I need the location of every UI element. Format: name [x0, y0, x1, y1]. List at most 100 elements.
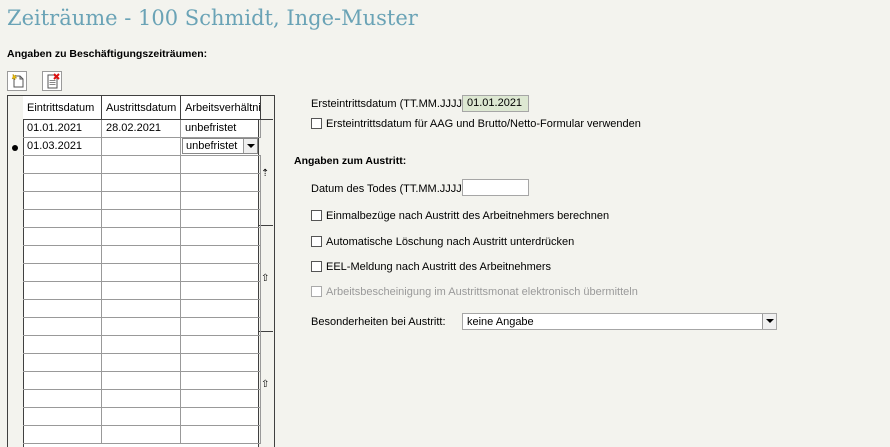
chevron-down-icon[interactable] — [243, 139, 257, 153]
arbeitsbescheinigung-checkbox — [311, 286, 322, 297]
cell-eintrittsdatum[interactable] — [23, 372, 102, 389]
table-row[interactable] — [23, 156, 261, 174]
column-header-austrittsdatum[interactable]: Austrittsdatum — [102, 96, 181, 120]
cell-arbeitsverhaeltnis[interactable] — [181, 174, 261, 191]
besonderheiten-label: Besonderheiten bei Austritt: — [311, 316, 446, 328]
cell-arbeitsverhaeltnis[interactable] — [181, 192, 261, 209]
cell-eintrittsdatum[interactable] — [23, 390, 102, 407]
table-row[interactable] — [23, 426, 261, 444]
cell-arbeitsverhaeltnis[interactable] — [181, 390, 261, 407]
table-row[interactable] — [23, 408, 261, 426]
cell-austrittsdatum[interactable] — [102, 318, 181, 335]
scroll-up-button-lower[interactable]: ⇧ — [259, 332, 273, 447]
table-row[interactable] — [23, 264, 261, 282]
eel-meldung-label: EEL-Meldung nach Austritt des Arbeitnehm… — [326, 261, 552, 273]
cell-arbeitsverhaeltnis[interactable] — [181, 300, 261, 317]
cell-austrittsdatum[interactable] — [102, 210, 181, 227]
cell-eintrittsdatum[interactable] — [23, 318, 102, 335]
column-header-arbeitsverhaeltnis[interactable]: Arbeitsverhältnis — [181, 96, 261, 120]
cell-austrittsdatum[interactable] — [102, 282, 181, 299]
cell-eintrittsdatum[interactable] — [23, 336, 102, 353]
cell-arbeitsverhaeltnis[interactable] — [181, 228, 261, 245]
automatische-loeschung-label: Automatische Löschung nach Austritt unte… — [326, 236, 575, 248]
cell-arbeitsverhaeltnis[interactable] — [181, 354, 261, 371]
table-row[interactable] — [23, 174, 261, 192]
table-row[interactable] — [23, 192, 261, 210]
column-header-eintrittsdatum[interactable]: Eintrittsdatum — [23, 96, 102, 120]
table-row[interactable] — [23, 246, 261, 264]
table-row[interactable] — [23, 390, 261, 408]
cell-austrittsdatum[interactable] — [102, 336, 181, 353]
einmalbezuege-checkbox[interactable] — [311, 210, 322, 221]
besonderheiten-select[interactable]: keine Angabe — [462, 313, 777, 330]
ersteintrittsdatum-field[interactable]: 01.01.2021 — [462, 95, 529, 112]
death-date-field[interactable] — [462, 179, 529, 196]
chevron-down-icon[interactable] — [762, 314, 776, 329]
cell-eintrittsdatum[interactable] — [23, 264, 102, 281]
table-row[interactable] — [23, 300, 261, 318]
table-row[interactable] — [23, 354, 261, 372]
cell-eintrittsdatum[interactable] — [23, 210, 102, 227]
cell-eintrittsdatum[interactable] — [23, 246, 102, 263]
cell-austrittsdatum[interactable] — [102, 300, 181, 317]
cell-eintrittsdatum[interactable] — [23, 408, 102, 425]
scroll-up-page-button[interactable]: ⇧ — [259, 226, 273, 332]
table-row[interactable] — [23, 282, 261, 300]
cell-austrittsdatum[interactable] — [102, 156, 181, 173]
cell-eintrittsdatum[interactable] — [23, 156, 102, 173]
cell-arbeitsverhaeltnis[interactable] — [181, 426, 261, 443]
cell-austrittsdatum[interactable] — [102, 264, 181, 281]
ersteintritt-aag-checkbox[interactable] — [311, 118, 322, 129]
ersteintritt-aag-label: Ersteintrittsdatum für AAG und Brutto/Ne… — [326, 118, 641, 130]
cell-eintrittsdatum[interactable] — [23, 426, 102, 443]
arrow-up-icon: ⇧ — [261, 273, 270, 284]
cell-eintrittsdatum[interactable] — [23, 174, 102, 191]
table-row[interactable] — [23, 210, 261, 228]
cell-arbeitsverhaeltnis[interactable] — [181, 318, 261, 335]
scrollbar-top — [259, 96, 273, 120]
cell-austrittsdatum[interactable]: 28.02.2021 — [102, 120, 181, 137]
cell-austrittsdatum[interactable] — [102, 228, 181, 245]
cell-arbeitsverhaeltnis[interactable]: unbefristet — [181, 120, 261, 137]
window-title: Zeiträume - 100 Schmidt, Inge-Muster — [7, 6, 418, 30]
cell-eintrittsdatum[interactable] — [23, 228, 102, 245]
cell-austrittsdatum[interactable] — [102, 354, 181, 371]
cell-austrittsdatum[interactable] — [102, 372, 181, 389]
cell-eintrittsdatum[interactable] — [23, 300, 102, 317]
cell-arbeitsverhaeltnis[interactable] — [181, 156, 261, 173]
cell-arbeitsverhaeltnis[interactable] — [181, 246, 261, 263]
cell-arbeitsverhaeltnis[interactable] — [181, 210, 261, 227]
cell-arbeitsverhaeltnis[interactable] — [181, 336, 261, 353]
cell-austrittsdatum[interactable] — [102, 390, 181, 407]
cell-austrittsdatum[interactable] — [102, 174, 181, 191]
new-record-button[interactable] — [7, 71, 27, 91]
cell-eintrittsdatum[interactable]: 01.03.2021 — [23, 138, 102, 155]
employment-periods-grid[interactable]: ⇡ ⇧ ⇧ Eintrittsdatum Austrittsdatum Arbe… — [7, 95, 275, 447]
cell-austrittsdatum[interactable] — [102, 138, 181, 155]
cell-arbeitsverhaeltnis[interactable] — [181, 372, 261, 389]
scroll-up-button[interactable]: ⇡ — [259, 120, 273, 226]
cell-arbeitsverhaeltnis[interactable] — [181, 264, 261, 281]
table-row[interactable] — [23, 318, 261, 336]
cell-austrittsdatum[interactable] — [102, 246, 181, 263]
cell-arbeitsverhaeltnis[interactable] — [181, 282, 261, 299]
cell-eintrittsdatum[interactable]: 01.01.2021 — [23, 120, 102, 137]
cell-austrittsdatum[interactable] — [102, 408, 181, 425]
arrow-up-small-icon: ⇧ — [261, 379, 270, 390]
table-row[interactable] — [23, 228, 261, 246]
table-row[interactable]: 01.01.2021 28.02.2021 unbefristet — [23, 120, 261, 138]
cell-austrittsdatum[interactable] — [102, 192, 181, 209]
cell-eintrittsdatum[interactable] — [23, 282, 102, 299]
arbeitsverhaeltnis-select[interactable]: unbefristet — [182, 138, 258, 154]
cell-austrittsdatum[interactable] — [102, 426, 181, 443]
table-row[interactable]: 01.03.2021 unbefristet — [23, 138, 261, 156]
exit-heading: Angaben zum Austritt: — [294, 155, 407, 167]
delete-record-button[interactable] — [42, 71, 62, 91]
cell-eintrittsdatum[interactable] — [23, 192, 102, 209]
cell-eintrittsdatum[interactable] — [23, 354, 102, 371]
table-row[interactable] — [23, 372, 261, 390]
table-row[interactable] — [23, 336, 261, 354]
eel-meldung-checkbox[interactable] — [311, 261, 322, 272]
automatische-loeschung-checkbox[interactable] — [311, 236, 322, 247]
cell-arbeitsverhaeltnis[interactable] — [181, 408, 261, 425]
